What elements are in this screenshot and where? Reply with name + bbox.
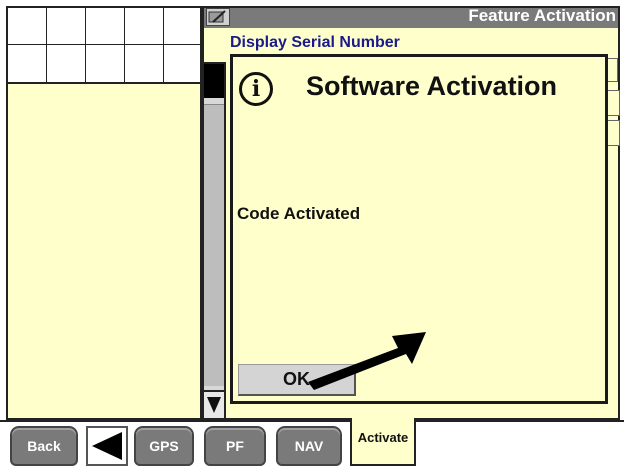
grid-cell[interactable] [47,8,86,45]
arrow-down-icon [207,397,221,413]
scroll-thumb[interactable] [204,64,224,98]
grid-cell[interactable] [164,45,202,82]
tab-activate[interactable]: Activate [350,418,416,466]
nav-button[interactable]: NAV [278,428,340,464]
grid-cell[interactable] [86,8,125,45]
page-title: Feature Activation [468,6,616,25]
dialog-title: Software Activation [306,71,558,101]
scroll-down-button[interactable] [204,390,224,418]
left-arrow-button[interactable] [86,426,128,466]
pf-button[interactable]: PF [206,428,264,464]
grid-cell[interactable] [125,8,164,45]
scroll-track[interactable] [204,104,224,386]
grid-cell[interactable] [86,45,125,82]
grid-cell[interactable] [47,45,86,82]
info-icon: i [239,72,273,106]
grid-cell[interactable] [8,45,47,82]
left-info-pane [6,84,202,420]
edit-display-icon [206,8,230,26]
gps-button[interactable]: GPS [136,428,192,464]
grid-cell[interactable] [8,8,47,45]
left-arrow-icon [92,432,122,460]
top-left-button-grid [6,6,202,84]
back-button[interactable]: Back [12,428,76,464]
grid-cell[interactable] [164,8,202,45]
grid-cell[interactable] [125,45,164,82]
dialog-message: Code Activated [237,204,361,223]
pointer-arrow-icon [308,332,426,390]
serial-number-label: Display Serial Number [230,34,400,51]
